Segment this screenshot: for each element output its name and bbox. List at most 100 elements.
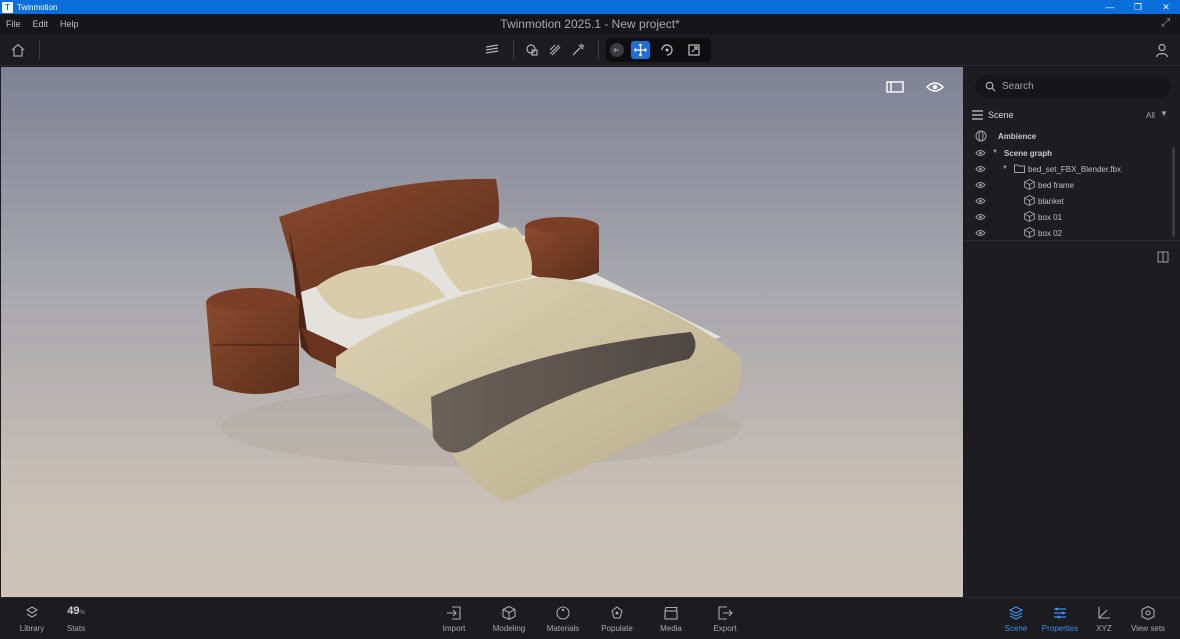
tree-item-label: box 01 — [1038, 213, 1063, 222]
tree-item-label: blanket — [1038, 197, 1064, 206]
properties-tab-label: Properties — [1041, 624, 1079, 633]
move-tool-button[interactable] — [631, 41, 650, 59]
visibility-eye-icon[interactable] — [975, 148, 986, 158]
bed-model-render — [206, 178, 742, 502]
populate-icon — [611, 606, 623, 619]
stats-label: Stats — [66, 624, 86, 633]
media-label: Media — [660, 624, 682, 633]
chevron-down-icon[interactable]: ▼ — [1160, 109, 1168, 118]
cube-icon — [502, 605, 516, 621]
stats-value: 49 — [67, 605, 80, 617]
library-icon — [25, 606, 39, 618]
import-button[interactable]: Import — [429, 605, 479, 633]
media-button[interactable]: Media — [646, 605, 696, 633]
scene-header: Scene All ▼ — [964, 107, 1180, 123]
toolbar-divider — [598, 40, 599, 60]
materials-button[interactable]: Materials — [538, 605, 588, 633]
main-toolbar — [0, 34, 1180, 66]
menu-edit[interactable]: Edit — [33, 19, 49, 29]
tree-item-scene-graph[interactable]: ▼ Scene graph — [964, 145, 1174, 161]
search-placeholder: Search — [1002, 81, 1034, 92]
restore-button[interactable]: ❐ — [1124, 0, 1152, 14]
tree-item-object[interactable]: box 01 — [964, 209, 1174, 225]
menu-help[interactable]: Help — [60, 19, 79, 29]
minimize-button[interactable]: — — [1096, 0, 1124, 14]
tree-item-object[interactable]: box 02 — [964, 225, 1174, 241]
eyedropper-icon[interactable] — [569, 41, 587, 59]
visibility-eye-icon[interactable] — [975, 212, 986, 222]
home-icon[interactable] — [10, 42, 26, 58]
tree-item-label: box 02 — [1038, 229, 1063, 238]
view-sets-tab[interactable]: View sets — [1123, 605, 1173, 633]
library-button[interactable]: Library — [7, 605, 57, 633]
tree-item-label: bed_set_FBX_Blender.fbx — [1028, 165, 1121, 174]
visibility-eye-icon[interactable] — [975, 228, 986, 238]
tree-scrollbar[interactable] — [1172, 147, 1175, 237]
ambience-label: Ambience — [998, 132, 1037, 141]
ambience-row[interactable]: Ambience — [964, 128, 1174, 144]
globe-icon — [975, 130, 987, 142]
search-field[interactable]: Search — [975, 75, 1171, 98]
material-sphere-icon — [556, 606, 570, 620]
menu-file[interactable]: File — [6, 19, 21, 29]
export-label: Export — [713, 624, 737, 633]
view-sets-tab-label: View sets — [1130, 624, 1166, 633]
fullscreen-icon[interactable]: ⤢ — [1161, 17, 1170, 30]
paint-icon[interactable] — [546, 41, 564, 59]
sliders-icon — [1054, 607, 1066, 619]
view-sets-icon — [1141, 605, 1155, 621]
rotate-icon[interactable] — [659, 42, 675, 58]
populate-label: Populate — [601, 624, 633, 633]
back-icon[interactable] — [609, 42, 625, 58]
axis-icon — [1098, 607, 1110, 619]
mesh-icon — [1024, 195, 1035, 206]
window-controls: — ❐ ✕ — [1096, 0, 1180, 14]
clapperboard-icon — [664, 606, 678, 620]
split-panel-icon[interactable] — [1157, 251, 1169, 263]
modeling-label: Modeling — [492, 624, 526, 633]
expand-arrow-icon[interactable]: ▼ — [1002, 165, 1008, 171]
filter-dropdown[interactable]: All — [1146, 111, 1155, 120]
xyz-tab-label: XYZ — [1096, 624, 1112, 633]
populate-button[interactable]: Populate — [592, 605, 642, 633]
tree-item-fbx-folder[interactable]: ▼ bed_set_FBX_Blender.fbx — [964, 161, 1174, 177]
import-label: Import — [442, 624, 466, 633]
user-icon[interactable] — [1154, 42, 1170, 58]
shapes-icon[interactable] — [524, 41, 542, 59]
toolbar-divider — [39, 40, 40, 60]
tree-item-object[interactable]: blanket — [964, 193, 1174, 209]
logo-letter: T — [5, 2, 10, 12]
export-button[interactable]: Export — [700, 605, 750, 633]
library-label: Library — [19, 624, 45, 633]
layers-icon[interactable] — [483, 41, 501, 59]
visibility-eye-icon[interactable] — [975, 164, 986, 174]
visibility-eye-icon[interactable] — [975, 196, 986, 206]
twinmotion-logo-icon: T — [2, 1, 13, 13]
folder-icon — [1014, 164, 1025, 173]
menu-bar: File Edit Help Twinmotion 2025.1 - New p… — [0, 14, 1180, 34]
stats-unit: % — [79, 610, 85, 616]
search-icon — [985, 81, 996, 92]
expand-arrow-icon[interactable]: ▼ — [992, 149, 998, 155]
toolbar-divider — [513, 40, 514, 60]
scene-label: Scene — [988, 110, 1014, 120]
mesh-icon — [1024, 179, 1035, 190]
scale-icon[interactable] — [686, 42, 702, 58]
mesh-icon — [1024, 211, 1035, 222]
close-button[interactable]: ✕ — [1152, 0, 1180, 14]
modeling-button[interactable]: Modeling — [484, 605, 534, 633]
3d-viewport[interactable] — [1, 67, 963, 597]
tree-item-label: bed frame — [1038, 181, 1075, 190]
stats-button[interactable]: 49% Stats — [51, 605, 101, 633]
tree-item-label: Scene graph — [1004, 149, 1053, 158]
scene-tab[interactable]: Scene — [991, 605, 1041, 633]
tree-item-object[interactable]: bed frame — [964, 177, 1174, 193]
app-name: Twinmotion — [17, 2, 58, 12]
properties-tab[interactable]: Properties — [1035, 605, 1085, 633]
visibility-eye-icon[interactable] — [975, 180, 986, 190]
window-titlebar: T Twinmotion — ❐ ✕ — [0, 0, 1180, 14]
move-icon — [634, 43, 647, 57]
export-icon — [718, 606, 733, 620]
xyz-tab[interactable]: XYZ — [1079, 605, 1129, 633]
list-icon — [972, 110, 983, 120]
